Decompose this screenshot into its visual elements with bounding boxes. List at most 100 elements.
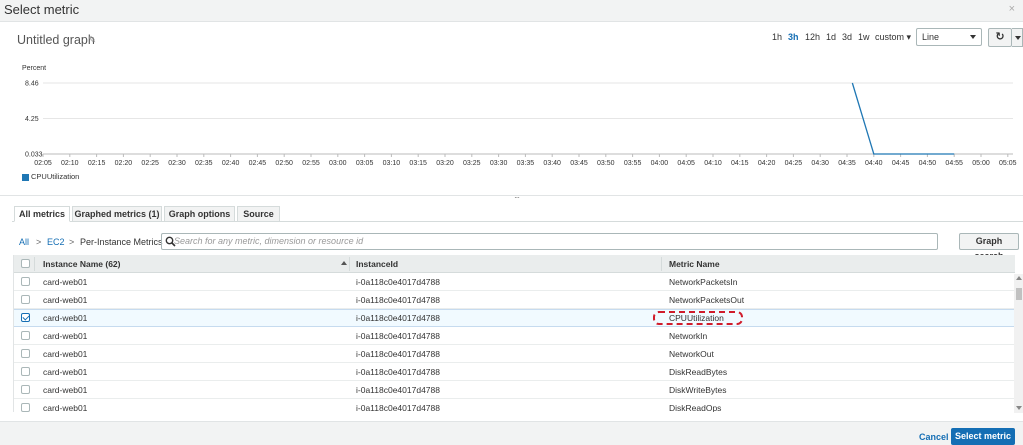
range-3d[interactable]: 3d	[842, 32, 852, 42]
row-checkbox[interactable]	[21, 403, 30, 412]
table-row[interactable]: card-web01 i-0a118c0e4017d4788 DiskWrite…	[14, 381, 1015, 399]
modal-footer	[0, 421, 1023, 445]
cpu-utilization-chart: Percent 8.46 4.25 0.03302:05 02:10 02:15 02:20…	[22, 65, 1017, 167]
range-1w[interactable]: 1w	[858, 32, 870, 42]
x-tick-label: 04:50	[919, 160, 937, 167]
refresh-button[interactable]: ↻	[988, 28, 1012, 47]
column-header-metric-name[interactable]: Metric Name	[669, 259, 720, 269]
tab-graphed-metrics[interactable]: Graphed metrics (1)	[72, 206, 162, 222]
instance-name-cell: card-web01	[43, 403, 88, 412]
instance-name-cell: card-web01	[43, 367, 88, 377]
table-row[interactable]: card-web01 i-0a118c0e4017d4788 DiskReadO…	[14, 399, 1015, 412]
x-tick-label: 03:30	[490, 160, 508, 167]
range-1d[interactable]: 1d	[826, 32, 836, 42]
graph-type-value: Line	[922, 32, 940, 42]
x-tick-label: 03:45	[570, 160, 588, 167]
metric-name-cell: NetworkPacketsIn	[669, 277, 738, 287]
breadcrumb-current: Per-Instance Metrics	[80, 237, 163, 247]
column-divider	[661, 257, 662, 271]
column-header-instance-id[interactable]: InstanceId	[356, 259, 398, 269]
select-all-checkbox[interactable]	[21, 259, 30, 268]
y-tick-label: 8.46	[25, 81, 39, 88]
row-checkbox[interactable]	[21, 277, 30, 286]
column-divider	[349, 257, 350, 271]
y-tick-label: 0.033	[25, 152, 43, 159]
drag-handle-icon[interactable]: ···	[514, 193, 520, 202]
x-tick-label: 04:45	[892, 160, 910, 167]
x-tick-label: 05:05	[999, 160, 1017, 167]
range-1h[interactable]: 1h	[772, 32, 782, 42]
x-tick-label: 04:20	[758, 160, 776, 167]
table-row[interactable]: card-web01 i-0a118c0e4017d4788 NetworkOu…	[14, 345, 1015, 363]
search-input[interactable]	[174, 236, 874, 246]
x-tick-label: 03:55	[624, 160, 642, 167]
x-tick-label: 03:20	[436, 160, 454, 167]
instance-name-cell: card-web01	[43, 295, 88, 305]
refresh-options-button[interactable]	[1012, 28, 1023, 47]
breadcrumb-ec2[interactable]: EC2	[47, 237, 65, 247]
x-tick-label: 04:25	[785, 160, 803, 167]
metrics-table: Instance Name (62) InstanceId Metric Nam…	[13, 255, 1022, 412]
panel-splitter[interactable]	[0, 195, 1023, 196]
instance-name-cell: card-web01	[43, 385, 88, 395]
metric-name-cell: DiskWriteBytes	[669, 385, 727, 395]
range-12h[interactable]: 12h	[805, 32, 820, 42]
scroll-down-icon[interactable]	[1016, 406, 1022, 410]
x-tick-label: 04:00	[651, 160, 669, 167]
select-metric-button[interactable]: Select metric	[951, 428, 1015, 445]
breadcrumb-all[interactable]: All	[19, 237, 29, 247]
instance-id-cell: i-0a118c0e4017d4788	[356, 295, 440, 305]
legend-label[interactable]: CPUUtilization	[31, 172, 79, 181]
x-tick-label: 04:40	[865, 160, 883, 167]
range-custom[interactable]: custom ▾	[875, 32, 911, 43]
instance-id-cell: i-0a118c0e4017d4788	[356, 331, 440, 341]
x-tick-label: 03:35	[517, 160, 535, 167]
table-row[interactable]: card-web01 i-0a118c0e4017d4788 DiskReadB…	[14, 363, 1015, 381]
x-tick-label: 03:15	[409, 160, 427, 167]
tab-all-metrics[interactable]: All metrics	[14, 206, 70, 222]
instance-name-cell: card-web01	[43, 277, 88, 287]
instance-id-cell: i-0a118c0e4017d4788	[356, 403, 440, 412]
row-checkbox[interactable]	[21, 295, 30, 304]
table-header: Instance Name (62) InstanceId Metric Nam…	[14, 255, 1015, 273]
column-header-instance-name[interactable]: Instance Name (62)	[43, 259, 120, 269]
metric-name-cell: NetworkPacketsOut	[669, 295, 745, 305]
refresh-icon: ↻	[995, 31, 1005, 43]
x-tick-label: 04:10	[704, 160, 722, 167]
range-3h[interactable]: 3h	[788, 32, 799, 42]
x-tick-label: 02:05	[34, 160, 52, 167]
x-tick-label: 03:50	[597, 160, 615, 167]
x-tick-label: 03:10	[383, 160, 401, 167]
row-checkbox-checked[interactable]	[21, 313, 30, 322]
tab-graph-options[interactable]: Graph options	[164, 206, 235, 222]
x-tick-label: 04:30	[811, 160, 829, 167]
cancel-button[interactable]: Cancel	[919, 432, 949, 442]
x-tick-label: 03:00	[329, 160, 347, 167]
graph-title[interactable]: Untitled graph	[17, 33, 95, 47]
instance-name-cell: card-web01	[43, 313, 88, 323]
sort-ascending-icon[interactable]	[341, 261, 347, 265]
graph-type-select[interactable]: Line	[916, 28, 982, 46]
metric-name-cell: DiskReadOps	[669, 403, 722, 412]
graph-search-button[interactable]: Graph search	[959, 233, 1019, 261]
row-checkbox[interactable]	[21, 349, 30, 358]
close-icon[interactable]: ×	[1009, 3, 1015, 15]
pencil-icon[interactable]: ✎	[88, 35, 96, 46]
table-row[interactable]: card-web01 i-0a118c0e4017d4788 NetworkPa…	[14, 291, 1015, 309]
table-row[interactable]: card-web01 i-0a118c0e4017d4788 NetworkPa…	[14, 273, 1015, 291]
table-row[interactable]: card-web01 i-0a118c0e4017d4788 NetworkIn	[14, 327, 1015, 345]
row-checkbox[interactable]	[21, 331, 30, 340]
tab-source[interactable]: Source	[237, 206, 280, 222]
y-axis-label: Percent	[22, 65, 46, 72]
row-checkbox[interactable]	[21, 367, 30, 376]
table-row-selected[interactable]: card-web01 i-0a118c0e4017d4788 CPUUtiliz…	[14, 309, 1015, 327]
chevron-down-icon	[970, 35, 976, 39]
instance-id-cell: i-0a118c0e4017d4788	[356, 313, 440, 323]
row-checkbox[interactable]	[21, 385, 30, 394]
scroll-up-icon[interactable]	[1016, 276, 1022, 280]
x-tick-label: 02:40	[222, 160, 240, 167]
breadcrumb-separator: >	[36, 237, 42, 247]
instance-id-cell: i-0a118c0e4017d4788	[356, 367, 440, 377]
column-divider	[34, 257, 35, 271]
scrollbar-thumb[interactable]	[1016, 288, 1022, 300]
